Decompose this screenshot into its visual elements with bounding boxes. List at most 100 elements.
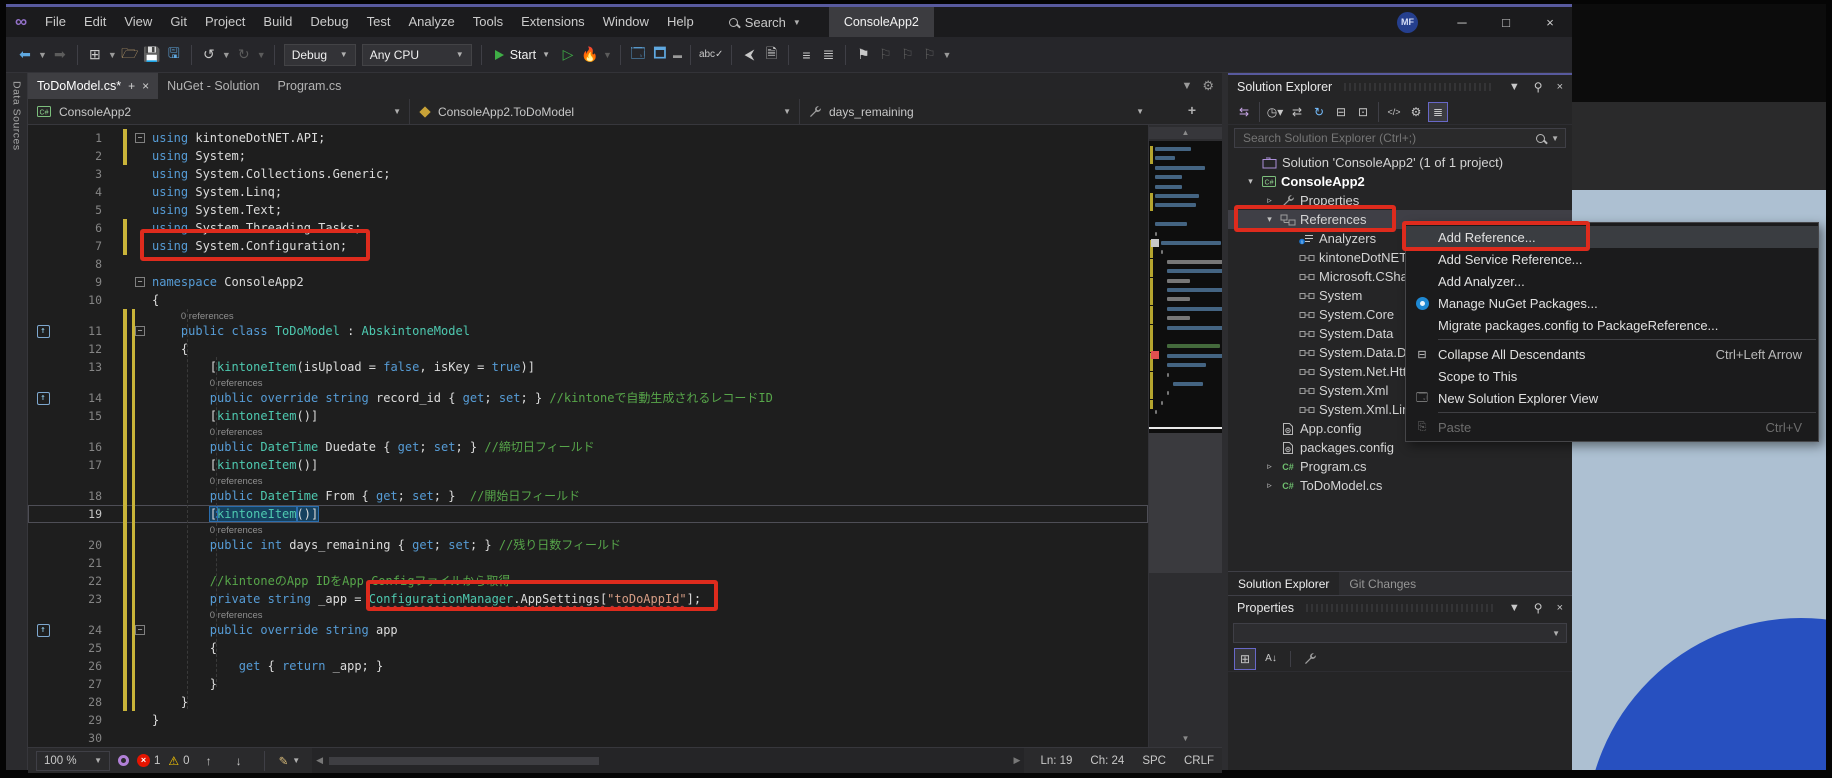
search-input[interactable] [1241, 130, 1531, 146]
close-tab-icon[interactable]: × [142, 79, 149, 93]
next-issue-button[interactable]: ↓ [228, 749, 250, 773]
tree-item-program-cs[interactable]: ▹ C# Program.cs [1228, 457, 1572, 476]
menu-debug[interactable]: Debug [301, 14, 357, 29]
code-line-1[interactable]: 1− using kintoneDotNET.API; [28, 129, 1148, 147]
editor-tab-program-cs[interactable]: Program.cs [269, 73, 351, 99]
code-line-24[interactable]: ↑ 24− public override string app [28, 621, 1148, 639]
navigate-cursor-button[interactable]: ⮜ [738, 43, 760, 67]
menu-item-add-reference[interactable]: Add Reference... [1406, 226, 1818, 248]
find-in-files-button[interactable]: 🗔 [627, 43, 649, 67]
clear-bookmarks-button[interactable]: ⚐ [918, 43, 940, 67]
scroll-down-icon[interactable]: ▼ [1149, 733, 1222, 745]
save-all-button[interactable]: 🖫 [163, 43, 185, 67]
account-avatar[interactable]: MF [1397, 11, 1418, 33]
minimap-scrollbar[interactable]: ▲ ▼ [1148, 125, 1222, 747]
pending-changes-filter-icon[interactable]: ◷▾ [1265, 102, 1285, 122]
solution-explorer-search[interactable]: ▼ [1234, 128, 1566, 148]
fold-toggle-icon[interactable]: − [130, 129, 150, 147]
code-line-5[interactable]: 5 using System.Text; [28, 201, 1148, 219]
document-outline-button[interactable]: 🗎 [760, 43, 782, 67]
codelens-references[interactable]: 0 references [181, 311, 234, 322]
menu-item-scope-to-this[interactable]: Scope to This [1406, 365, 1818, 387]
menu-window[interactable]: Window [594, 14, 658, 29]
code-line-18[interactable]: 18 public DateTime From { get; set; } //… [28, 487, 1148, 505]
drag-grip[interactable] [1305, 604, 1494, 612]
codelens-references[interactable]: 0 references [210, 427, 263, 438]
drag-grip[interactable] [1344, 83, 1494, 91]
window-position-dropdown-icon[interactable]: ▼ [1506, 81, 1523, 93]
menu-item-new-solution-explorer-view[interactable]: 🗔 New Solution Explorer View [1406, 387, 1818, 409]
show-all-files-icon[interactable]: ≣ [1428, 101, 1448, 122]
open-file-button[interactable]: 🗁 [119, 43, 141, 67]
profiler-dropdown[interactable]: ▼ [601, 43, 614, 67]
fold-toggle-icon[interactable]: − [130, 273, 150, 291]
code-line-8[interactable]: 8 [28, 255, 1148, 273]
menu-edit[interactable]: Edit [75, 14, 115, 29]
window-position-dropdown-icon[interactable]: ▼ [1506, 602, 1523, 614]
indent-decrease-button[interactable]: ≡ [795, 43, 817, 67]
start-debugging-button[interactable]: Start ▼ [488, 43, 557, 67]
code-line-16[interactable]: 16 public DateTime Duedate { get; set; }… [28, 438, 1148, 456]
bookmark-overflow[interactable]: ▼ [940, 43, 953, 67]
refresh-icon[interactable]: ↻ [1309, 102, 1329, 122]
menu-git[interactable]: Git [161, 14, 196, 29]
panel-tab-solution-explorer[interactable]: Solution Explorer [1228, 572, 1340, 595]
properties-icon[interactable]: ⚙ [1406, 102, 1426, 122]
panel-tab-git-changes[interactable]: Git Changes [1339, 572, 1426, 595]
alphabetical-sort-icon[interactable]: A↓ [1260, 648, 1282, 670]
code-editor[interactable]: 1− using kintoneDotNET.API; 2 using System;… [28, 125, 1222, 747]
code-line-7[interactable]: 7 using System.Configuration; [28, 237, 1148, 255]
member-dropdown[interactable]: days_remaining ▼ [800, 99, 1152, 124]
code-line-15[interactable]: 15 [kintoneItem()] [28, 407, 1148, 425]
minimize-button[interactable]: ─ [1440, 7, 1484, 37]
intellicode-icon[interactable] [118, 755, 129, 766]
codelens-references[interactable]: 0 references [210, 476, 263, 487]
redo-button[interactable]: ↻ [233, 43, 255, 67]
chevron-expanded-icon[interactable]: ▾ [1262, 214, 1277, 225]
menu-item-add-analyzer[interactable]: Add Analyzer... [1406, 270, 1818, 292]
code-cleanup-button[interactable]: ✎ ▼ [279, 754, 301, 768]
collapse-all-icon[interactable]: ⊟ [1331, 102, 1351, 122]
scroll-up-icon[interactable]: ▲ [1149, 127, 1222, 139]
code-line-29[interactable]: 29} [28, 711, 1148, 729]
code-line-13[interactable]: 13 [kintoneItem(isUpload = false, isKey … [28, 358, 1148, 376]
new-project-dropdown[interactable]: ▼ [106, 43, 119, 67]
menu-item-collapse-all-descendants[interactable]: ⊟ Collapse All Descendants Ctrl+Left Arrow [1406, 343, 1818, 365]
code-line-21[interactable]: 21 [28, 554, 1148, 572]
toggle-bookmark-button[interactable]: ⚑ [852, 43, 874, 67]
override-indicator-icon[interactable]: ↑ [36, 391, 50, 405]
pin-icon[interactable]: ⚲ [1531, 80, 1546, 94]
codelens-references[interactable]: 0 references [210, 610, 263, 621]
code-line-19[interactable]: 19 [kintoneItem()] [28, 505, 1148, 523]
previous-bookmark-button[interactable]: ⚐ [874, 43, 896, 67]
zoom-dropdown[interactable]: 100 % ▼ [36, 750, 110, 771]
data-sources-tab[interactable]: Data Sources [11, 81, 23, 151]
code-line-6[interactable]: 6 using System.Threading.Tasks; [28, 219, 1148, 237]
chevron-expanded-icon[interactable]: ▾ [1243, 176, 1258, 187]
tree-item-consoleapp2[interactable]: ▾ C# ConsoleApp2 [1228, 172, 1572, 191]
scroll-left-icon[interactable]: ◀ [316, 755, 323, 766]
indent-increase-button[interactable]: ≣ [817, 43, 839, 67]
scrollbar-thumb[interactable] [329, 756, 600, 765]
solution-explorer-shortcut-button[interactable]: 🗖 [649, 43, 671, 67]
menu-item-add-service-reference[interactable]: Add Service Reference... [1406, 248, 1818, 270]
code-line-28[interactable]: 28 } [28, 693, 1148, 711]
tree-item-properties[interactable]: ▹ Properties [1228, 191, 1572, 210]
code-line-9[interactable]: 9− namespace ConsoleApp2 [28, 273, 1148, 291]
tree-item-solution-consoleapp2-1-of-1-project[interactable]: Solution 'ConsoleApp2' (1 of 1 project) [1228, 153, 1572, 172]
code-line-27[interactable]: 27 } [28, 675, 1148, 693]
scroll-right-icon[interactable]: ▶ [1014, 755, 1021, 766]
start-without-debugging-button[interactable]: ▷ [557, 43, 579, 67]
solution-platform-dropdown[interactable]: Any CPU ▼ [361, 43, 472, 66]
maximize-button[interactable]: □ [1484, 7, 1528, 37]
object-selector-dropdown[interactable]: ▼ [1233, 623, 1567, 643]
menu-analyze[interactable]: Analyze [399, 14, 463, 29]
previous-issue-button[interactable]: ↑ [198, 749, 220, 773]
error-count-button[interactable]: × 1 [137, 754, 160, 767]
tree-item-todomodel-cs[interactable]: ▹ C# ToDoModel.cs [1228, 476, 1572, 495]
pin-tab-icon[interactable]: + [128, 79, 135, 93]
menu-view[interactable]: View [115, 14, 161, 29]
search-button[interactable]: Search ▼ [728, 15, 801, 30]
menu-help[interactable]: Help [658, 14, 703, 29]
undo-button[interactable]: ↺ [198, 43, 220, 67]
